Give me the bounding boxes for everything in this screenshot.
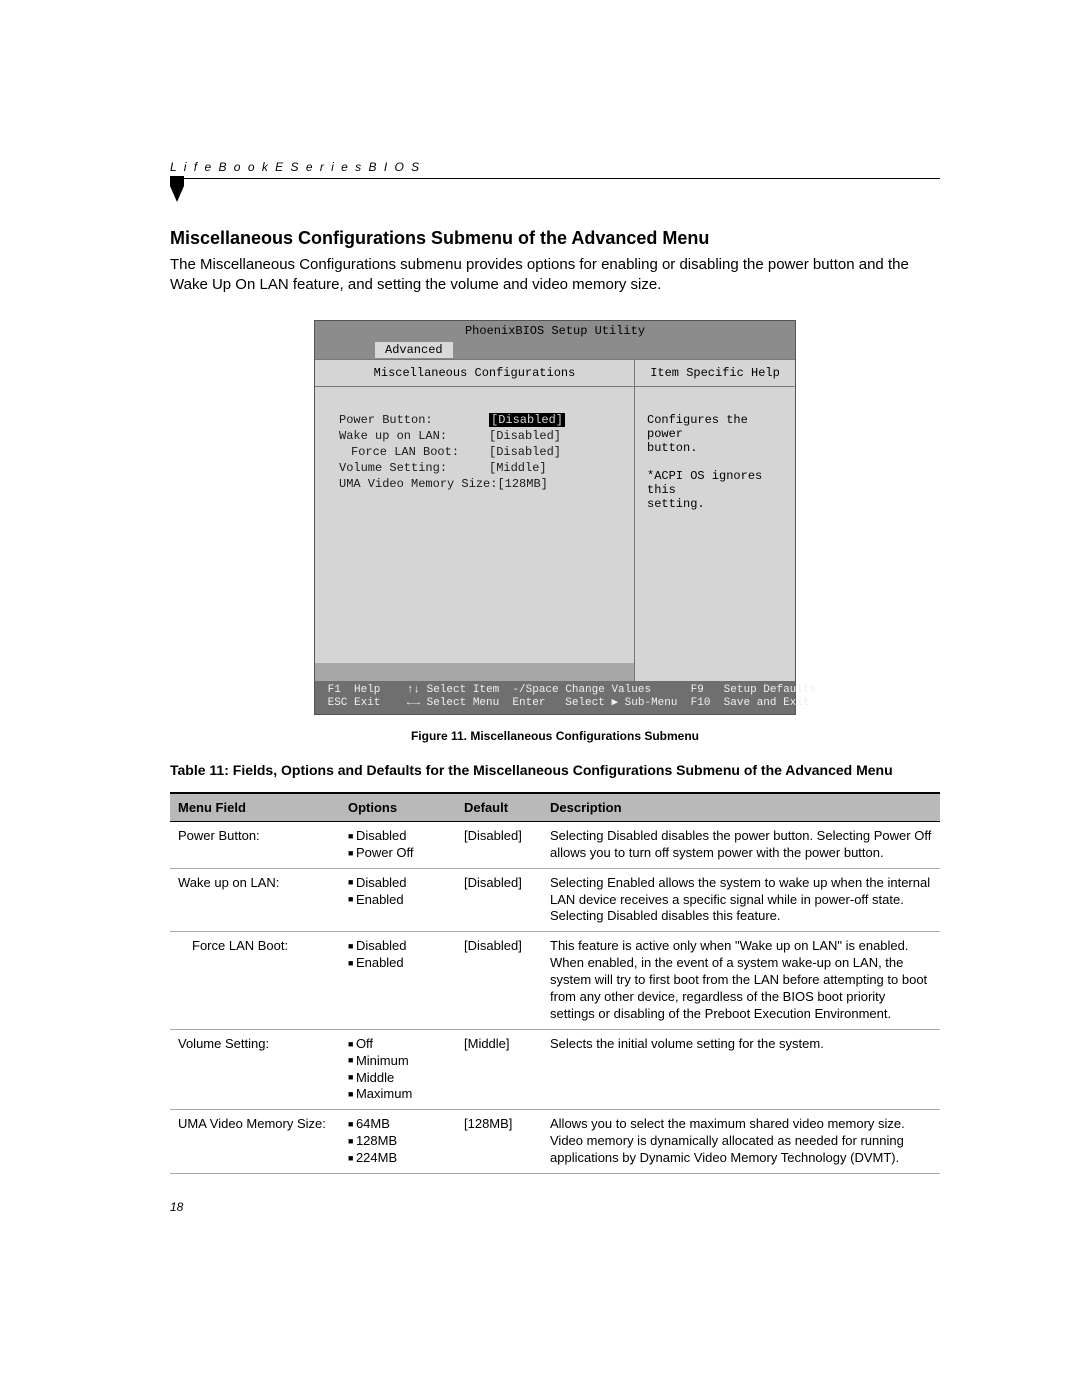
cell-options: 64MB 128MB 224MB [340, 1110, 456, 1174]
bios-setting-row: Power Button:[Disabled] [339, 413, 616, 427]
bios-setting-row: UMA Video Memory Size:[128MB] [339, 477, 616, 491]
intro-paragraph: The Miscellaneous Configurations submenu… [170, 255, 940, 296]
bios-tab-row: Advanced [315, 341, 795, 359]
bios-setting-label: Wake up on LAN: [339, 429, 489, 443]
cell-menu-field: Volume Setting: [170, 1029, 340, 1110]
table-row: Power Button: Disabled Power Off[Disable… [170, 821, 940, 868]
bios-tab-advanced: Advanced [375, 342, 453, 358]
bios-setting-label: UMA Video Memory Size: [339, 477, 497, 491]
bios-setting-value: [Middle] [489, 461, 547, 475]
option-item: Maximum [348, 1086, 448, 1103]
col-default: Default [456, 793, 542, 822]
cell-options: Disabled Power Off [340, 821, 456, 868]
table-row: Force LAN Boot: Disabled Enabled[Disable… [170, 932, 940, 1029]
col-menu-field: Menu Field [170, 793, 340, 822]
table-caption: Table 11: Fields, Options and Defaults f… [170, 761, 940, 780]
bios-help-text: Configures the power button. *ACPI OS ig… [647, 413, 785, 511]
option-item: 224MB [348, 1150, 448, 1167]
table-row: UMA Video Memory Size: 64MB 128MB 224MB[… [170, 1110, 940, 1174]
col-options: Options [340, 793, 456, 822]
bios-screenshot: PhoenixBIOS Setup Utility Advanced Misce… [314, 320, 796, 716]
cell-default: [Disabled] [456, 821, 542, 868]
cell-description: This feature is active only when "Wake u… [542, 932, 940, 1029]
cell-menu-field: Force LAN Boot: [170, 932, 340, 1029]
col-description: Description [542, 793, 940, 822]
cell-description: Selecting Enabled allows the system to w… [542, 868, 940, 932]
option-item: 128MB [348, 1133, 448, 1150]
figure-caption: Figure 11. Miscellaneous Configurations … [170, 729, 940, 743]
option-item: Disabled [348, 828, 448, 845]
options-table: Menu Field Options Default Description P… [170, 792, 940, 1174]
running-header: L i f e B o o k E S e r i e s B I O S [170, 160, 940, 174]
cell-options: Disabled Enabled [340, 868, 456, 932]
cell-default: [Middle] [456, 1029, 542, 1110]
cell-description: Selects the initial volume setting for t… [542, 1029, 940, 1110]
cell-menu-field: Wake up on LAN: [170, 868, 340, 932]
option-item: Off [348, 1036, 448, 1053]
bios-key-legend: F1 Help ↑↓ Select Item -/Space Change Va… [315, 681, 795, 715]
bios-title: PhoenixBIOS Setup Utility [315, 321, 795, 341]
table-row: Wake up on LAN: Disabled Enabled[Disable… [170, 868, 940, 932]
bios-left-heading: Miscellaneous Configurations [315, 360, 634, 387]
bios-setting-value: [Disabled] [489, 413, 565, 427]
bios-setting-value: [Disabled] [489, 445, 561, 459]
page-number: 18 [170, 1200, 940, 1214]
bios-right-heading: Item Specific Help [635, 360, 795, 387]
option-item: Disabled [348, 875, 448, 892]
header-rule [170, 178, 940, 208]
bios-setting-label: Force LAN Boot: [339, 445, 489, 459]
cell-default: [Disabled] [456, 932, 542, 1029]
cell-menu-field: Power Button: [170, 821, 340, 868]
bios-setting-row: Force LAN Boot:[Disabled] [339, 445, 616, 459]
bios-setting-value: [128MB] [497, 477, 547, 491]
cell-default: [Disabled] [456, 868, 542, 932]
document-page: L i f e B o o k E S e r i e s B I O S Mi… [0, 0, 1080, 1274]
cell-description: Allows you to select the maximum shared … [542, 1110, 940, 1174]
section-title: Miscellaneous Configurations Submenu of … [170, 228, 940, 249]
option-item: Power Off [348, 845, 448, 862]
bios-settings-panel: Power Button:[Disabled]Wake up on LAN:[D… [315, 387, 634, 663]
option-item: 64MB [348, 1116, 448, 1133]
bios-setting-label: Volume Setting: [339, 461, 489, 475]
option-item: Middle [348, 1070, 448, 1087]
bios-setting-row: Wake up on LAN:[Disabled] [339, 429, 616, 443]
cell-description: Selecting Disabled disables the power bu… [542, 821, 940, 868]
bios-setting-label: Power Button: [339, 413, 489, 427]
cell-options: Off Minimum Middle Maximum [340, 1029, 456, 1110]
cell-default: [128MB] [456, 1110, 542, 1174]
pointer-icon [170, 176, 190, 206]
bios-setting-value: [Disabled] [489, 429, 561, 443]
table-row: Volume Setting: Off Minimum Middle Maxim… [170, 1029, 940, 1110]
bios-setting-row: Volume Setting:[Middle] [339, 461, 616, 475]
cell-menu-field: UMA Video Memory Size: [170, 1110, 340, 1174]
option-item: Enabled [348, 892, 448, 909]
option-item: Disabled [348, 938, 448, 955]
option-item: Minimum [348, 1053, 448, 1070]
cell-options: Disabled Enabled [340, 932, 456, 1029]
option-item: Enabled [348, 955, 448, 972]
